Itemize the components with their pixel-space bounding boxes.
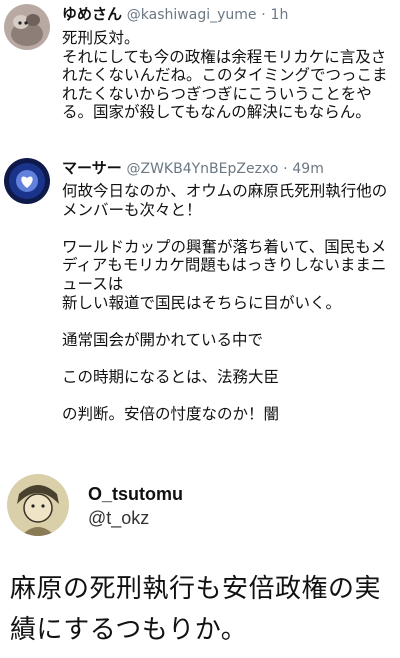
avatar[interactable] bbox=[4, 4, 50, 50]
timestamp[interactable]: 1h bbox=[271, 7, 289, 23]
avatar-cat-icon bbox=[4, 4, 50, 50]
display-name[interactable]: マーサー bbox=[62, 159, 122, 177]
separator: · bbox=[283, 161, 288, 177]
profile-handle[interactable]: @t_okz bbox=[88, 508, 149, 529]
avatar[interactable] bbox=[7, 474, 69, 536]
profile-card[interactable]: O_tsutomu @t_okz bbox=[0, 470, 400, 540]
tweet-header: マーサー @ZWKB4YnBEpZezxo · 49m bbox=[62, 159, 324, 178]
tweet-header: ゆめさん @kashiwagi_yume · 1h bbox=[62, 5, 288, 24]
user-handle[interactable]: @ZWKB4YnBEpZezxo bbox=[126, 161, 278, 177]
tweet-1[interactable]: ゆめさん @kashiwagi_yume · 1h 死刑反対。 それにしても今の… bbox=[0, 0, 400, 160]
separator: · bbox=[261, 7, 266, 23]
avatar-heart-icon bbox=[4, 158, 50, 204]
caption-text: 麻原の死刑執行も安倍政権の実績にするつもりか。 bbox=[10, 574, 382, 645]
user-handle[interactable]: @kashiwagi_yume bbox=[127, 7, 257, 23]
tweet-text: 何故今日なのか、オウムの麻原氏死刑執行他のメンバーも次々と！ ワールドカップの興… bbox=[62, 182, 388, 424]
avatar[interactable] bbox=[4, 158, 50, 204]
profile-name[interactable]: O_tsutomu bbox=[88, 484, 183, 505]
tweet-text: 死刑反対。 それにしても今の政権は余程モリカケに言及されたくないんだね。このタイ… bbox=[62, 29, 388, 122]
tweet-2[interactable]: マーサー @ZWKB4YnBEpZezxo · 49m 何故今日なのか、オウムの… bbox=[0, 152, 400, 472]
display-name[interactable]: ゆめさん bbox=[62, 5, 122, 23]
timestamp[interactable]: 49m bbox=[292, 161, 323, 177]
avatar-illustration-icon bbox=[7, 474, 69, 536]
